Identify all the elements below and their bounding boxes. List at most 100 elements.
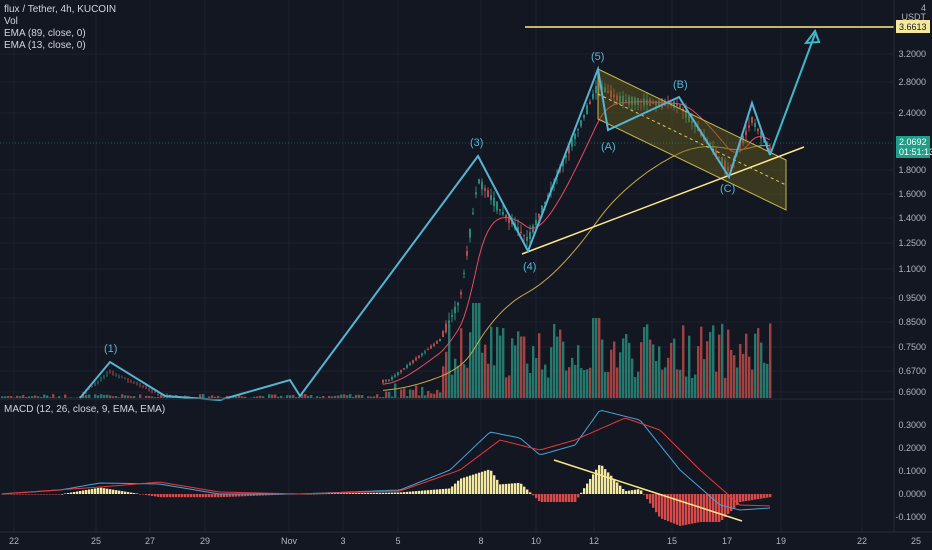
volume-bar bbox=[442, 366, 445, 398]
volume-bar bbox=[769, 323, 772, 398]
candle-body bbox=[754, 123, 756, 127]
candle-body bbox=[409, 362, 411, 366]
volume-bar bbox=[274, 394, 277, 398]
volume-bar bbox=[496, 326, 499, 398]
volume-bar bbox=[460, 328, 463, 398]
volume-bar bbox=[454, 358, 457, 398]
volume-bar bbox=[457, 365, 460, 398]
volume-bar bbox=[34, 395, 37, 398]
macd-hist-bar bbox=[121, 491, 124, 494]
macd-hist-bar bbox=[199, 494, 202, 498]
volume-bar bbox=[157, 396, 160, 398]
volume-bar bbox=[526, 363, 529, 398]
volume-bar bbox=[127, 395, 130, 398]
macd-hist-bar bbox=[22, 494, 25, 495]
macd-hist-bar bbox=[505, 483, 508, 494]
macd-hist-bar bbox=[127, 492, 130, 494]
volume-bar bbox=[715, 371, 718, 398]
macd-hist-bar bbox=[763, 494, 766, 499]
macd-hist-bar bbox=[175, 494, 178, 498]
volume-bar bbox=[574, 364, 577, 398]
macd-hist-bar bbox=[724, 494, 727, 517]
volume-bar bbox=[88, 394, 91, 398]
macd-hist-bar bbox=[388, 492, 391, 494]
macd-divergence-line[interactable] bbox=[553, 459, 743, 522]
macd-hist-bar bbox=[19, 494, 22, 495]
macd-hist-bar bbox=[403, 492, 406, 494]
projected-wave-path[interactable] bbox=[769, 33, 816, 156]
macd-hist-bar bbox=[196, 494, 199, 498]
volume-bar bbox=[601, 339, 604, 398]
candle-body bbox=[481, 181, 483, 190]
macd-hist-bar bbox=[148, 494, 151, 496]
volume-bar bbox=[256, 396, 259, 398]
macd-hist-bar bbox=[709, 494, 712, 522]
volume-bar bbox=[331, 396, 334, 398]
volume-bar bbox=[343, 394, 346, 398]
volume-bar bbox=[505, 377, 508, 398]
candle-body bbox=[580, 120, 582, 126]
indicator-vol[interactable]: Vol bbox=[4, 16, 116, 28]
volume-bar bbox=[310, 394, 313, 398]
macd-hist-bar bbox=[751, 494, 754, 501]
macd-hist-bar bbox=[490, 470, 493, 494]
macd-hist-bar bbox=[619, 485, 622, 494]
macd-hist-bar bbox=[43, 494, 46, 495]
macd-hist-bar bbox=[493, 475, 496, 494]
volume-bar bbox=[514, 345, 517, 398]
time-tick-label: 27 bbox=[145, 536, 155, 546]
volume-bar bbox=[427, 390, 430, 398]
volume-bar bbox=[463, 364, 466, 398]
macd-hist-bar bbox=[97, 487, 100, 494]
symbol-title[interactable]: flux / Tether, 4h, KUCOIN bbox=[4, 4, 116, 16]
time-axis-panel[interactable] bbox=[0, 532, 932, 550]
volume-bar bbox=[220, 397, 223, 398]
macd-hist-bar bbox=[358, 493, 361, 494]
macd-legend[interactable]: MACD (12, 26, close, 9, EMA, EMA) bbox=[4, 404, 165, 415]
macd-hist-bar bbox=[514, 483, 517, 494]
volume-bar bbox=[337, 395, 340, 398]
volume-bar bbox=[445, 351, 448, 398]
macd-hist-bar bbox=[571, 494, 574, 502]
candle-body bbox=[442, 331, 444, 337]
macd-hist-bar bbox=[400, 492, 403, 494]
macd-hist-bar bbox=[178, 494, 181, 498]
macd-hist-bar bbox=[166, 494, 169, 498]
volume-bar bbox=[658, 346, 661, 398]
volume-bar bbox=[664, 367, 667, 398]
volume-bar bbox=[493, 365, 496, 398]
support-trendline[interactable] bbox=[521, 146, 805, 255]
macd-hist-bar bbox=[406, 491, 409, 494]
time-tick-label: 25 bbox=[91, 536, 101, 546]
macd-hist-bar bbox=[73, 491, 76, 494]
volume-bar bbox=[355, 394, 358, 398]
macd-hist-bar bbox=[634, 489, 637, 494]
candle-body bbox=[391, 377, 393, 380]
macd-hist-bar bbox=[64, 493, 67, 494]
volume-bar bbox=[559, 329, 562, 398]
volume-bar bbox=[487, 363, 490, 398]
macd-hist-bar bbox=[664, 494, 667, 520]
indicator-ema-89[interactable]: EMA (89, close, 0) bbox=[4, 28, 116, 40]
indicator-ema-13[interactable]: EMA (13, close, 0) bbox=[4, 40, 116, 52]
volume-bar bbox=[592, 318, 595, 398]
macd-hist-bar bbox=[187, 494, 190, 498]
macd-hist-bar bbox=[91, 488, 94, 494]
volume-bar bbox=[211, 395, 214, 398]
volume-bar bbox=[280, 395, 283, 398]
time-tick-label: 15 bbox=[667, 536, 677, 546]
volume-bar bbox=[712, 325, 715, 398]
macd-hist-bar bbox=[640, 490, 643, 494]
macd-hist-bar bbox=[163, 494, 166, 498]
macd-hist-bar bbox=[625, 491, 628, 494]
volume-bar bbox=[478, 303, 481, 398]
time-tick-label: 19 bbox=[776, 536, 786, 546]
chart-canvas[interactable]: (1) (3) (4) (5) (A) (B) (C) 4 USDT 3.200… bbox=[0, 0, 932, 550]
macd-hist-bar bbox=[727, 494, 730, 514]
macd-hist-bar bbox=[550, 494, 553, 502]
macd-hist-bar bbox=[553, 494, 556, 502]
macd-hist-bar bbox=[769, 494, 772, 498]
macd-hist-bar bbox=[502, 484, 505, 494]
macd-hist-bar bbox=[658, 494, 661, 517]
volume-bar bbox=[316, 396, 319, 398]
